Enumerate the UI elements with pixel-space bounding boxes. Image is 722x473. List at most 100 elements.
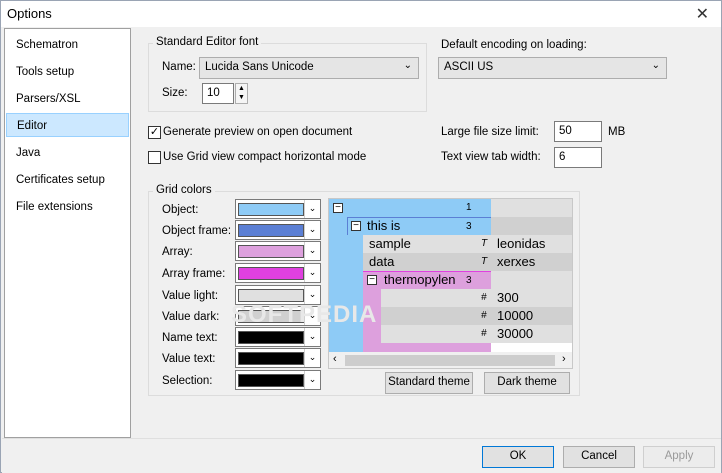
chevron-down-icon: ⌄ xyxy=(304,221,320,239)
preview-label: Generate preview on open document xyxy=(163,126,353,138)
large-file-unit: MB xyxy=(608,126,626,138)
color-picker-array-frame[interactable]: ⌄ xyxy=(235,263,321,283)
row-value: xerxes xyxy=(497,254,536,269)
grid-colors-title: Grid colors xyxy=(153,184,215,196)
grid-preview: − 1 − this is 3 sample T leonidas data T… xyxy=(328,198,573,369)
encoding-select[interactable]: ASCII US ⌄ xyxy=(438,57,667,79)
sidebar-item-editor[interactable]: Editor xyxy=(6,113,129,137)
font-name-value: Lucida Sans Unicode xyxy=(205,61,314,73)
scrollbar-thumb[interactable] xyxy=(345,355,555,366)
row-type: T xyxy=(481,238,488,249)
collapse-icon[interactable]: − xyxy=(333,203,343,213)
sidebar-item-parsers-xsl[interactable]: Parsers/XSL xyxy=(6,87,129,111)
color-picker-object[interactable]: ⌄ xyxy=(235,199,321,219)
color-label-array-frame: Array frame: xyxy=(162,268,226,280)
watermark: SOFTPEDIA xyxy=(231,301,378,328)
row-name: data xyxy=(369,254,395,269)
large-file-input[interactable]: 50 xyxy=(554,121,602,142)
collapse-icon[interactable]: − xyxy=(351,221,361,231)
chevron-down-icon: ⌄ xyxy=(304,328,320,346)
array-type: # xyxy=(481,292,487,303)
sidebar-item-tools-setup[interactable]: Tools setup xyxy=(6,60,129,84)
root-count: 1 xyxy=(466,202,472,213)
window-title: Options xyxy=(7,6,52,21)
object-count: 3 xyxy=(466,221,472,232)
color-label-value-light: Value light: xyxy=(162,290,219,302)
object-name: this is xyxy=(367,218,401,233)
row-value: leonidas xyxy=(497,236,546,251)
standard-theme-button[interactable]: Standard theme xyxy=(385,372,473,394)
font-group-title: Standard Editor font xyxy=(153,36,262,48)
font-size-label: Size: xyxy=(162,87,188,99)
chevron-down-icon: ⌄ xyxy=(304,371,320,389)
sidebar-item-file-extensions[interactable]: File extensions xyxy=(6,195,129,219)
compact-mode-checkbox[interactable] xyxy=(148,151,161,164)
chevron-down-icon: ⌄ xyxy=(403,60,412,71)
ok-button[interactable]: OK xyxy=(482,446,554,468)
array-type: # xyxy=(481,310,487,321)
color-fill xyxy=(238,331,304,344)
tab-width-label: Text view tab width: xyxy=(441,151,541,163)
color-label-object-frame: Object frame: xyxy=(162,225,232,237)
options-window: Options ✕ Schematron Tools setup Parsers… xyxy=(0,0,722,473)
value-cell xyxy=(491,271,572,289)
color-label-name-text: Name text: xyxy=(162,332,218,344)
array-value: 30000 xyxy=(497,326,534,341)
sidebar-item-schematron[interactable]: Schematron xyxy=(6,33,129,57)
scroll-right-icon[interactable]: › xyxy=(562,353,566,365)
apply-button[interactable]: Apply xyxy=(643,446,715,468)
font-size-spinner[interactable]: ▲ ▼ xyxy=(235,83,248,104)
row-type: T xyxy=(481,256,488,267)
dark-theme-button[interactable]: Dark theme xyxy=(484,372,570,394)
sidebar-item-certificates-setup[interactable]: Certificates setup xyxy=(6,168,129,192)
sidebar-item-java[interactable]: Java xyxy=(6,141,129,165)
array-value: 10000 xyxy=(497,308,534,323)
tab-width-input[interactable]: 6 xyxy=(554,147,602,168)
color-fill xyxy=(238,245,304,258)
value-cell xyxy=(491,199,572,217)
array-value-row xyxy=(381,325,491,343)
value-cell xyxy=(491,217,572,235)
array-value: 300 xyxy=(497,290,519,305)
array-name: thermopylen xyxy=(384,272,456,287)
color-label-value-dark: Value dark: xyxy=(162,311,220,323)
color-fill xyxy=(238,374,304,387)
color-label-array: Array: xyxy=(162,246,193,258)
button-bar: OK Cancel Apply xyxy=(2,438,721,473)
color-picker-name-text[interactable]: ⌄ xyxy=(235,327,321,347)
color-fill xyxy=(238,224,304,237)
scroll-left-icon[interactable]: ‹ xyxy=(333,353,337,365)
horizontal-scrollbar[interactable]: ‹ › xyxy=(329,352,572,368)
color-label-object: Object: xyxy=(162,204,199,216)
compact-mode-label: Use Grid view compact horizontal mode xyxy=(163,151,367,163)
cancel-button[interactable]: Cancel xyxy=(563,446,635,468)
color-picker-value-text[interactable]: ⌄ xyxy=(235,348,321,368)
preview-checkbox[interactable]: ✓ xyxy=(148,126,161,139)
color-label-value-text: Value text: xyxy=(162,353,216,365)
encoding-value: ASCII US xyxy=(444,61,494,73)
array-type: # xyxy=(481,328,487,339)
color-fill xyxy=(238,352,304,365)
font-name-select[interactable]: Lucida Sans Unicode ⌄ xyxy=(199,57,419,79)
color-picker-object-frame[interactable]: ⌄ xyxy=(235,220,321,240)
color-picker-array[interactable]: ⌄ xyxy=(235,241,321,261)
chevron-down-icon: ⌄ xyxy=(651,60,660,71)
chevron-down-icon: ⌄ xyxy=(304,349,320,367)
array-value-row xyxy=(381,307,491,325)
color-picker-selection[interactable]: ⌄ xyxy=(235,370,321,390)
array-count: 3 xyxy=(466,275,472,286)
array-value-row xyxy=(381,289,491,307)
color-label-selection: Selection: xyxy=(162,375,213,387)
chevron-down-icon: ⌄ xyxy=(304,200,320,218)
encoding-label: Default encoding on loading: xyxy=(441,39,587,51)
font-name-label: Name: xyxy=(162,61,196,73)
collapse-icon[interactable]: − xyxy=(367,275,377,285)
category-list: Schematron Tools setup Parsers/XSL Edito… xyxy=(4,28,131,438)
title-bar: Options ✕ xyxy=(1,1,721,27)
color-fill xyxy=(238,203,304,216)
chevron-down-icon: ⌄ xyxy=(304,242,320,260)
row-name: sample xyxy=(369,236,411,251)
large-file-label: Large file size limit: xyxy=(441,126,539,138)
font-size-input[interactable]: 10 xyxy=(202,83,234,104)
close-icon[interactable]: ✕ xyxy=(696,4,709,24)
